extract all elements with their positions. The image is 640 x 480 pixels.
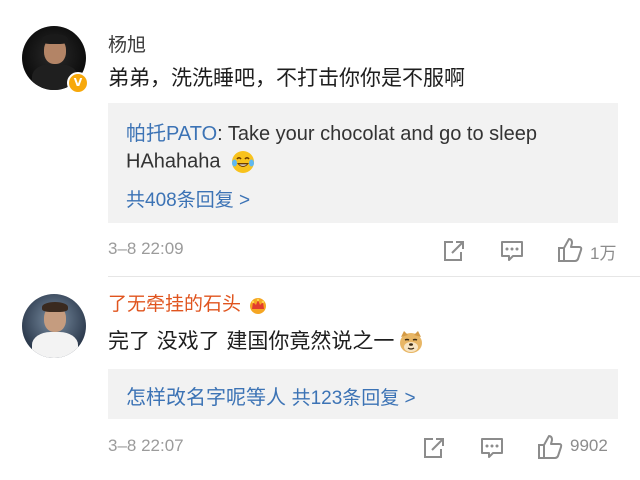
like-icon[interactable] bbox=[536, 432, 564, 462]
like-count: 9902 bbox=[570, 436, 608, 455]
reply-author[interactable]: 帕托PATO bbox=[126, 123, 217, 145]
reply-text: Take your chocolat and go to sleep bbox=[222, 123, 537, 145]
avatar-hair bbox=[42, 34, 68, 44]
share-icon[interactable] bbox=[440, 235, 466, 265]
comment-time: 3–8 22:09 bbox=[108, 239, 184, 258]
reply-text-continued: HAhahaha bbox=[126, 150, 221, 173]
avatar-shirt bbox=[32, 332, 78, 358]
laughing-tears-emoji-icon bbox=[232, 151, 255, 173]
comment-item: V 杨旭 弟弟，洗洗睡吧，不打击你你是不服啊 帕托PATO: Take your… bbox=[0, 0, 640, 276]
reply-box[interactable]: 帕托PATO: Take your chocolat and go to sle… bbox=[108, 103, 618, 223]
reply-second-line: HAhahaha bbox=[126, 149, 604, 175]
comment-time: 3–8 22:07 bbox=[108, 436, 184, 455]
reply-count-link[interactable]: 共123条回复 > bbox=[292, 388, 416, 409]
avatar-hair bbox=[42, 302, 68, 312]
comment-meta: 3–8 22:07 9902 bbox=[108, 432, 640, 462]
comment-icon[interactable] bbox=[498, 235, 526, 265]
like-icon[interactable] bbox=[556, 235, 584, 265]
doge-emoji-icon bbox=[400, 331, 423, 353]
reply-summary-line: 怎样改名字呢等人 共123条回复 > bbox=[126, 381, 604, 410]
reply-box[interactable]: 怎样改名字呢等人 共123条回复 > bbox=[108, 369, 618, 419]
reply-authors[interactable]: 怎样改名字呢等人 bbox=[126, 387, 286, 409]
verified-badge-icon: V bbox=[67, 72, 89, 94]
comment-item: 了无牵挂的石头 完了 没戏了 建国你竟然说之一 怎样改名字呢等人 共123条回复… bbox=[0, 277, 640, 480]
reply-first-line: 帕托PATO: Take your chocolat and go to sle… bbox=[126, 117, 604, 146]
crown-icon bbox=[250, 297, 267, 314]
comment-icon[interactable] bbox=[478, 432, 506, 462]
comment-username[interactable]: 杨旭 bbox=[108, 30, 146, 57]
comment-text: 弟弟，洗洗睡吧，不打击你你是不服啊 bbox=[108, 66, 465, 90]
share-icon[interactable] bbox=[420, 432, 446, 462]
avatar[interactable] bbox=[22, 294, 86, 358]
comment-meta: 3–8 22:09 1万 bbox=[108, 235, 640, 265]
username-text: 了无牵挂的石头 bbox=[108, 293, 242, 315]
like-count: 1万 bbox=[590, 244, 617, 263]
reply-count-link[interactable]: 共408条回复 > bbox=[126, 185, 604, 212]
comment-text-content: 完了 没戏了 建国你竟然说之一 bbox=[108, 329, 395, 353]
comment-username[interactable]: 了无牵挂的石头 bbox=[108, 289, 269, 316]
comment-text: 完了 没戏了 建国你竟然说之一 bbox=[108, 325, 424, 355]
